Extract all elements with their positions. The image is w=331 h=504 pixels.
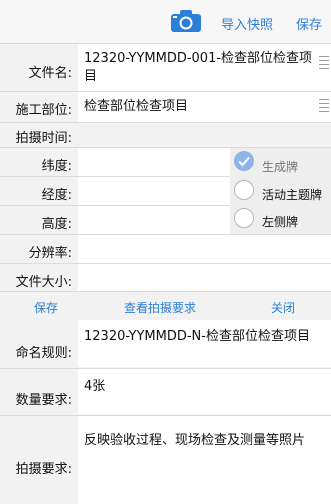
- radio-activity-board[interactable]: [234, 180, 254, 200]
- shoot-time-label: 拍摄时间:: [15, 131, 72, 146]
- radio-left-board[interactable]: [234, 208, 254, 228]
- drag-handle-icon[interactable]: [319, 56, 329, 72]
- option-generate-board-label: 生成牌: [262, 160, 299, 174]
- naming-rule-label: 命名规则:: [15, 346, 72, 361]
- longitude-label: 经度:: [41, 188, 72, 203]
- option-activity-board-label: 活动主题牌: [262, 188, 323, 202]
- altitude-label: 高度:: [41, 217, 72, 232]
- site-label: 施工部位:: [15, 103, 72, 118]
- file-size-row: 文件大小:: [0, 264, 331, 292]
- file-name-value: 12320-YYMMDD-001-检查部位检查项目: [84, 51, 313, 84]
- file-name-row: 文件名: 12320-YYMMDD-001-检查部位检查项目: [0, 44, 331, 92]
- file-size-label: 文件大小:: [15, 275, 72, 290]
- view-requirements-button[interactable]: 查看拍摄要求: [124, 299, 196, 316]
- shooting-requirement-label: 拍摄要求:: [15, 462, 72, 477]
- save-action-button[interactable]: 保存: [34, 299, 58, 316]
- requirements-panel: 命名规则: 12320-YYMMDD-N-检查部位检查项目 数量要求: 4张 拍…: [0, 320, 331, 504]
- quantity-label: 数量要求:: [15, 393, 72, 408]
- radio-generate-board[interactable]: [234, 151, 254, 171]
- resolution-row: 分辨率:: [0, 235, 331, 264]
- altitude-field[interactable]: [78, 206, 230, 234]
- latitude-label: 纬度:: [41, 159, 72, 174]
- camera-icon[interactable]: [170, 9, 202, 33]
- save-button[interactable]: 保存: [296, 14, 322, 33]
- site-value: 检查部位检查项目: [84, 99, 189, 114]
- resolution-field[interactable]: [78, 235, 331, 263]
- close-button[interactable]: 关闭: [271, 299, 295, 316]
- shoot-time-row: 拍摄时间:: [0, 123, 331, 148]
- option-left-board-label: 左侧牌: [262, 215, 299, 229]
- drag-handle-icon[interactable]: [319, 99, 329, 115]
- latitude-field[interactable]: [78, 148, 230, 176]
- file-size-field[interactable]: [78, 264, 331, 291]
- quantity-value: 4张: [84, 379, 106, 394]
- import-snapshot-button[interactable]: 导入快照: [221, 14, 273, 33]
- shooting-requirement-field: [78, 416, 331, 504]
- top-toolbar: 导入快照 保存: [0, 0, 331, 44]
- longitude-field[interactable]: [78, 177, 230, 205]
- shooting-requirement-value: 反映验收过程、现场检查及测量等照片: [84, 433, 306, 448]
- checkmark-icon: [238, 156, 250, 167]
- action-bar: 保存 查看拍摄要求 关闭: [0, 292, 331, 321]
- site-row: 施工部位: 检查部位检查项目: [0, 92, 331, 123]
- resolution-label: 分辨率:: [28, 246, 72, 261]
- naming-rule-value: 12320-YYMMDD-N-检查部位检查项目: [84, 329, 310, 344]
- file-name-label: 文件名:: [28, 66, 72, 81]
